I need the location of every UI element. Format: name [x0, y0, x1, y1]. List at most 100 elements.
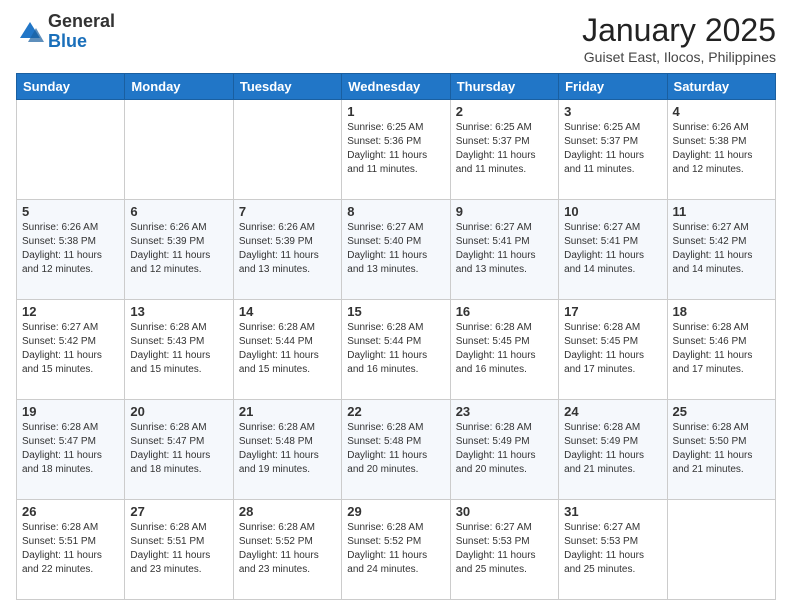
day-number: 6: [130, 204, 227, 219]
col-sunday: Sunday: [17, 74, 125, 100]
month-year-title: January 2025: [582, 12, 776, 49]
table-row: [125, 100, 233, 200]
day-info: Sunrise: 6:27 AM Sunset: 5:41 PM Dayligh…: [456, 221, 553, 277]
day-info: Sunrise: 6:27 AM Sunset: 5:53 PM Dayligh…: [456, 521, 553, 577]
table-row: 19 Sunrise: 6:28 AM Sunset: 5:47 PM Dayli…: [17, 400, 125, 500]
table-row: 28 Sunrise: 6:28 AM Sunset: 5:52 PM Dayli…: [233, 500, 341, 600]
table-row: 31 Sunrise: 6:27 AM Sunset: 5:53 PM Dayli…: [559, 500, 667, 600]
logo: General Blue: [16, 12, 115, 52]
calendar-week-row: 12 Sunrise: 6:27 AM Sunset: 5:42 PM Dayli…: [17, 300, 776, 400]
day-number: 2: [456, 104, 553, 119]
day-number: 16: [456, 304, 553, 319]
table-row: [233, 100, 341, 200]
day-info: Sunrise: 6:28 AM Sunset: 5:47 PM Dayligh…: [130, 421, 227, 477]
table-row: 10Sunrise: 6:27 AM Sunset: 5:41 PM Dayli…: [559, 200, 667, 300]
calendar-week-row: 1 Sunrise: 6:25 AM Sunset: 5:36 PM Daylig…: [17, 100, 776, 200]
table-row: 6 Sunrise: 6:26 AM Sunset: 5:39 PM Daylig…: [125, 200, 233, 300]
day-number: 25: [673, 404, 770, 419]
day-number: 30: [456, 504, 553, 519]
day-info: Sunrise: 6:27 AM Sunset: 5:42 PM Dayligh…: [22, 321, 119, 377]
day-info: Sunrise: 6:28 AM Sunset: 5:46 PM Dayligh…: [673, 321, 770, 377]
day-number: 28: [239, 504, 336, 519]
day-number: 5: [22, 204, 119, 219]
calendar-header-row: Sunday Monday Tuesday Wednesday Thursday…: [17, 74, 776, 100]
col-wednesday: Wednesday: [342, 74, 450, 100]
calendar-table: Sunday Monday Tuesday Wednesday Thursday…: [16, 73, 776, 600]
table-row: 27 Sunrise: 6:28 AM Sunset: 5:51 PM Dayli…: [125, 500, 233, 600]
table-row: 12 Sunrise: 6:27 AM Sunset: 5:42 PM Dayli…: [17, 300, 125, 400]
day-info: Sunrise: 6:25 AM Sunset: 5:36 PM Dayligh…: [347, 121, 444, 177]
day-info: Sunrise: 6:28 AM Sunset: 5:43 PM Dayligh…: [130, 321, 227, 377]
logo-general-text: General: [48, 11, 115, 31]
day-number: 18: [673, 304, 770, 319]
day-info: Sunrise: 6:28 AM Sunset: 5:51 PM Dayligh…: [130, 521, 227, 577]
day-number: 27: [130, 504, 227, 519]
day-info: Sunrise: 6:25 AM Sunset: 5:37 PM Dayligh…: [456, 121, 553, 177]
day-number: 19: [22, 404, 119, 419]
day-number: 17: [564, 304, 661, 319]
logo-blue-text: Blue: [48, 31, 87, 51]
table-row: 15 Sunrise: 6:28 AM Sunset: 5:44 PM Dayli…: [342, 300, 450, 400]
day-number: 14: [239, 304, 336, 319]
col-thursday: Thursday: [450, 74, 558, 100]
day-number: 1: [347, 104, 444, 119]
day-info: Sunrise: 6:28 AM Sunset: 5:52 PM Dayligh…: [347, 521, 444, 577]
table-row: 2 Sunrise: 6:25 AM Sunset: 5:37 PM Daylig…: [450, 100, 558, 200]
day-number: 24: [564, 404, 661, 419]
table-row: 7 Sunrise: 6:26 AM Sunset: 5:39 PM Daylig…: [233, 200, 341, 300]
day-info: Sunrise: 6:28 AM Sunset: 5:45 PM Dayligh…: [564, 321, 661, 377]
day-number: 12: [22, 304, 119, 319]
day-number: 13: [130, 304, 227, 319]
table-row: 13 Sunrise: 6:28 AM Sunset: 5:43 PM Dayli…: [125, 300, 233, 400]
day-info: Sunrise: 6:26 AM Sunset: 5:39 PM Dayligh…: [239, 221, 336, 277]
table-row: 4Sunrise: 6:26 AM Sunset: 5:38 PM Daylig…: [667, 100, 775, 200]
day-info: Sunrise: 6:26 AM Sunset: 5:38 PM Dayligh…: [22, 221, 119, 277]
header: General Blue January 2025 Guiset East, I…: [16, 12, 776, 65]
day-info: Sunrise: 6:28 AM Sunset: 5:44 PM Dayligh…: [239, 321, 336, 377]
table-row: [17, 100, 125, 200]
calendar-week-row: 19 Sunrise: 6:28 AM Sunset: 5:47 PM Dayli…: [17, 400, 776, 500]
day-number: 31: [564, 504, 661, 519]
table-row: 5 Sunrise: 6:26 AM Sunset: 5:38 PM Daylig…: [17, 200, 125, 300]
col-tuesday: Tuesday: [233, 74, 341, 100]
day-number: 11: [673, 204, 770, 219]
col-friday: Friday: [559, 74, 667, 100]
day-info: Sunrise: 6:28 AM Sunset: 5:52 PM Dayligh…: [239, 521, 336, 577]
table-row: 21Sunrise: 6:28 AM Sunset: 5:48 PM Dayli…: [233, 400, 341, 500]
day-number: 8: [347, 204, 444, 219]
day-info: Sunrise: 6:28 AM Sunset: 5:48 PM Dayligh…: [347, 421, 444, 477]
day-info: Sunrise: 6:27 AM Sunset: 5:42 PM Dayligh…: [673, 221, 770, 277]
day-info: Sunrise: 6:27 AM Sunset: 5:53 PM Dayligh…: [564, 521, 661, 577]
day-number: 26: [22, 504, 119, 519]
day-number: 4: [673, 104, 770, 119]
day-info: Sunrise: 6:27 AM Sunset: 5:40 PM Dayligh…: [347, 221, 444, 277]
table-row: 20Sunrise: 6:28 AM Sunset: 5:47 PM Dayli…: [125, 400, 233, 500]
day-info: Sunrise: 6:28 AM Sunset: 5:47 PM Dayligh…: [22, 421, 119, 477]
day-number: 21: [239, 404, 336, 419]
table-row: 11 Sunrise: 6:27 AM Sunset: 5:42 PM Dayli…: [667, 200, 775, 300]
location-subtitle: Guiset East, Ilocos, Philippines: [582, 49, 776, 65]
day-info: Sunrise: 6:26 AM Sunset: 5:39 PM Dayligh…: [130, 221, 227, 277]
title-block: January 2025 Guiset East, Ilocos, Philip…: [582, 12, 776, 65]
day-info: Sunrise: 6:28 AM Sunset: 5:45 PM Dayligh…: [456, 321, 553, 377]
table-row: 3Sunrise: 6:25 AM Sunset: 5:37 PM Daylig…: [559, 100, 667, 200]
table-row: [667, 500, 775, 600]
col-monday: Monday: [125, 74, 233, 100]
day-number: 9: [456, 204, 553, 219]
day-info: Sunrise: 6:28 AM Sunset: 5:49 PM Dayligh…: [564, 421, 661, 477]
table-row: 14 Sunrise: 6:28 AM Sunset: 5:44 PM Dayli…: [233, 300, 341, 400]
day-info: Sunrise: 6:25 AM Sunset: 5:37 PM Dayligh…: [564, 121, 661, 177]
table-row: 25Sunrise: 6:28 AM Sunset: 5:50 PM Dayli…: [667, 400, 775, 500]
table-row: 9 Sunrise: 6:27 AM Sunset: 5:41 PM Daylig…: [450, 200, 558, 300]
table-row: 26Sunrise: 6:28 AM Sunset: 5:51 PM Dayli…: [17, 500, 125, 600]
col-saturday: Saturday: [667, 74, 775, 100]
day-info: Sunrise: 6:28 AM Sunset: 5:44 PM Dayligh…: [347, 321, 444, 377]
table-row: 23Sunrise: 6:28 AM Sunset: 5:49 PM Dayli…: [450, 400, 558, 500]
day-number: 7: [239, 204, 336, 219]
table-row: 18 Sunrise: 6:28 AM Sunset: 5:46 PM Dayli…: [667, 300, 775, 400]
logo-icon: [16, 18, 44, 46]
calendar-week-row: 5 Sunrise: 6:26 AM Sunset: 5:38 PM Daylig…: [17, 200, 776, 300]
day-number: 15: [347, 304, 444, 319]
table-row: 22Sunrise: 6:28 AM Sunset: 5:48 PM Dayli…: [342, 400, 450, 500]
table-row: 1 Sunrise: 6:25 AM Sunset: 5:36 PM Daylig…: [342, 100, 450, 200]
